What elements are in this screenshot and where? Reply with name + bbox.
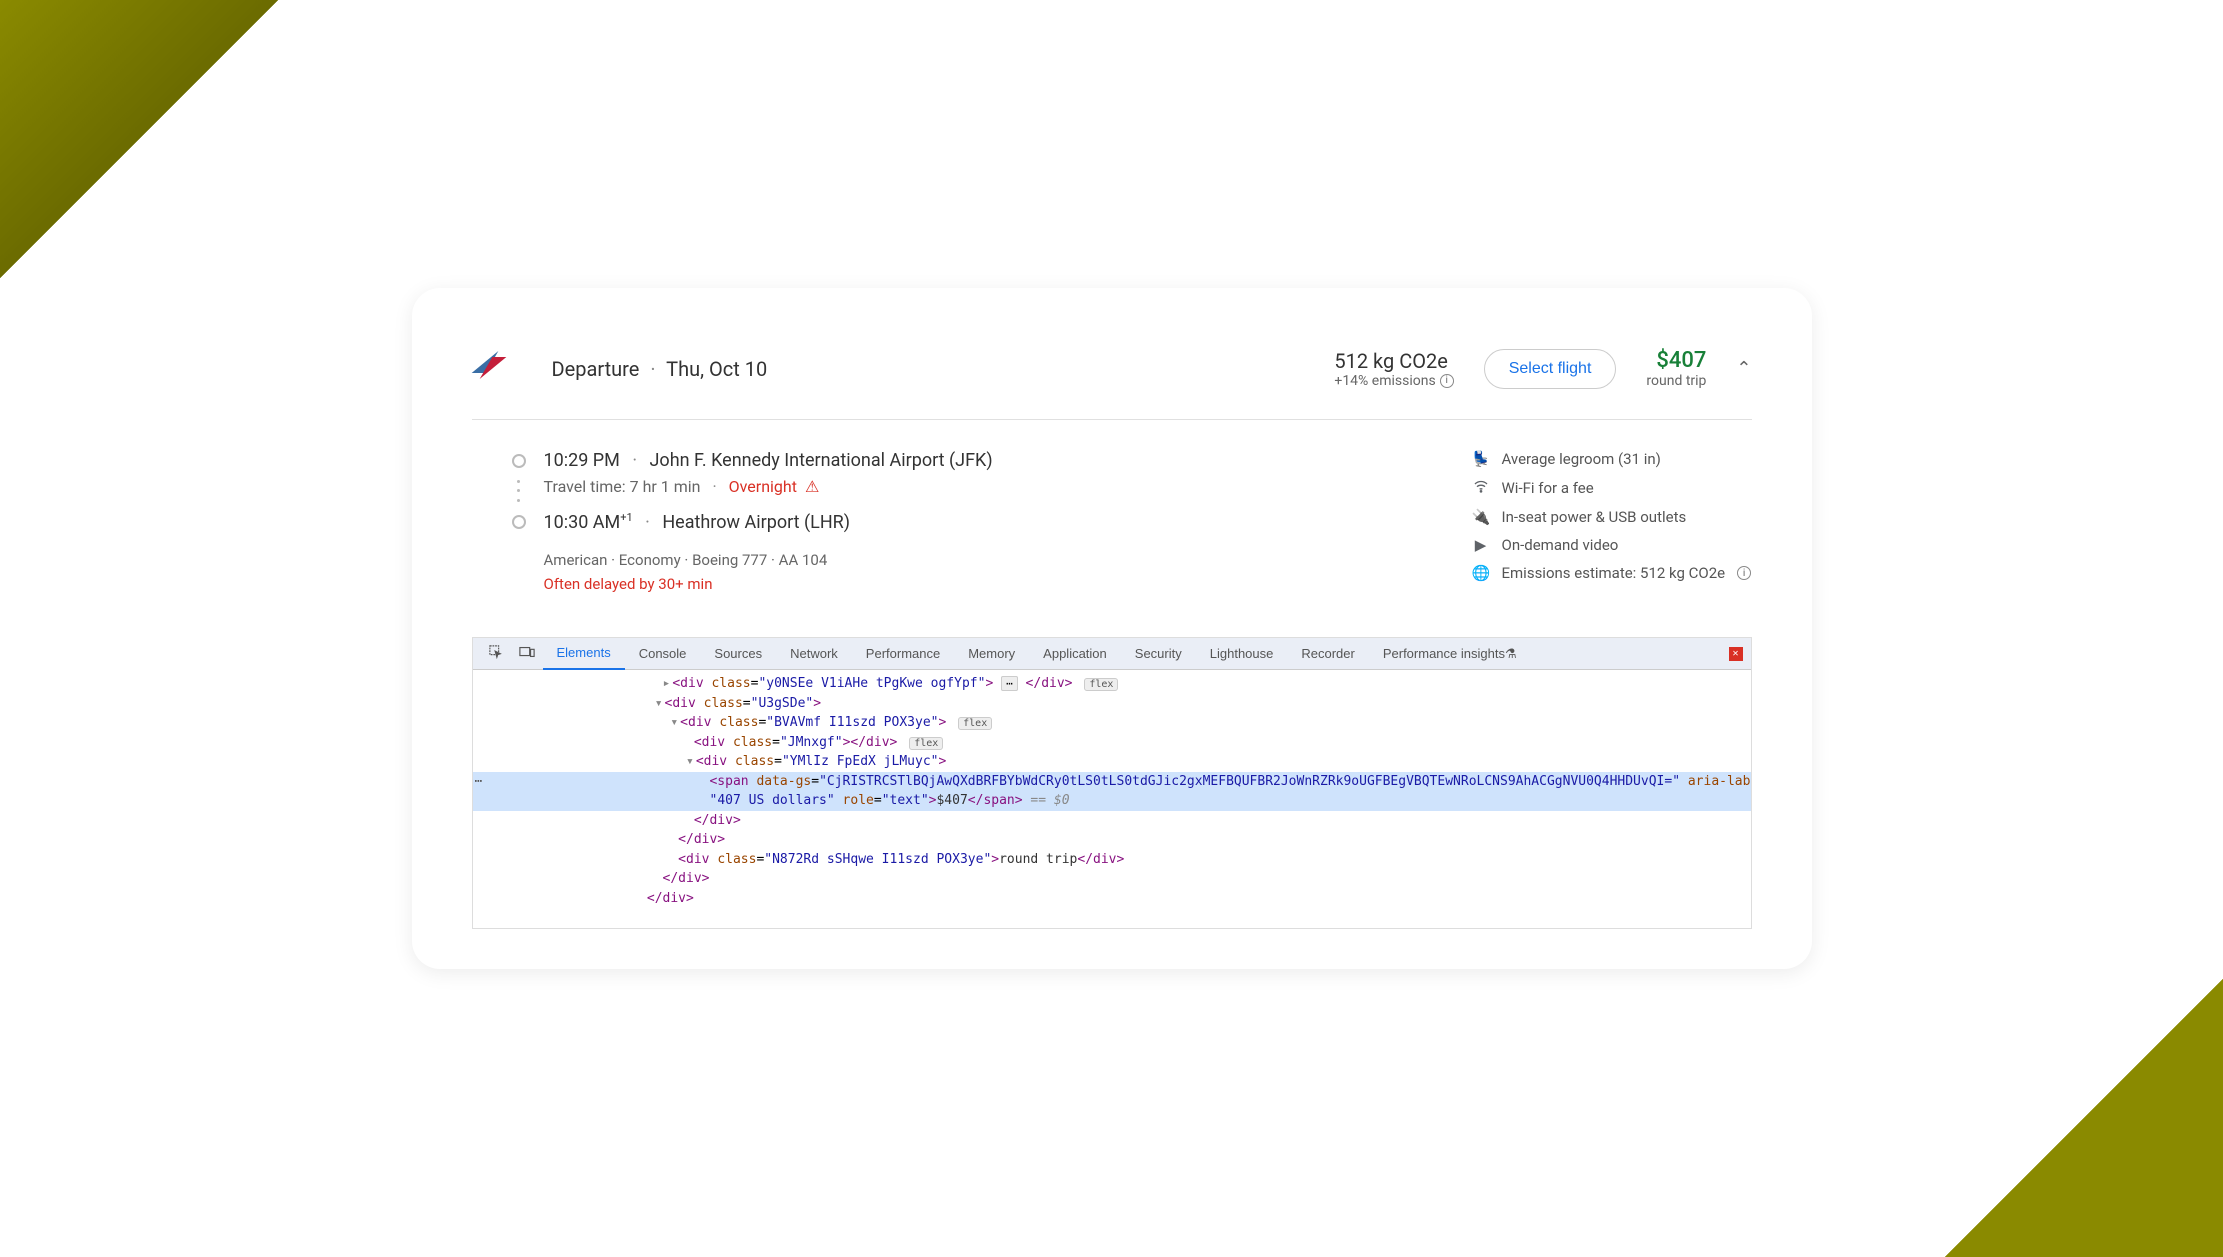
device-toolbar-icon[interactable] xyxy=(511,645,543,663)
departure-date: Thu, Oct 10 xyxy=(666,357,767,381)
origin-row: 10:29 PM · John F. Kennedy International… xyxy=(512,450,1392,471)
departure-label: Departure xyxy=(552,357,640,381)
destination-row: 10:30 AM+1 · Heathrow Airport (LHR) xyxy=(512,511,1392,533)
emissions-value: 512 kg CO2e xyxy=(1334,349,1453,373)
elements-tree[interactable]: ▸<div class="y0NSEe V1iAHe tPgKwe ogfYpf… xyxy=(473,670,1751,928)
origin-marker-icon xyxy=(512,454,526,468)
airline-logo-icon xyxy=(472,349,512,389)
itinerary: 10:29 PM · John F. Kennedy International… xyxy=(512,450,1392,593)
price-block: $407 round trip xyxy=(1646,348,1706,389)
tab-memory[interactable]: Memory xyxy=(954,638,1029,670)
tab-recorder[interactable]: Recorder xyxy=(1287,638,1368,670)
destination-time: 10:30 AM xyxy=(544,512,621,533)
flight-meta: American · Economy · Boeing 777 · AA 104 xyxy=(544,551,1392,569)
tab-console[interactable]: Console xyxy=(625,638,701,670)
amenity-power: 🔌 In-seat power & USB outlets xyxy=(1472,508,1752,526)
overnight-label: Overnight xyxy=(729,477,797,496)
amenity-emissions: 🌐 Emissions estimate: 512 kg CO2e i xyxy=(1472,564,1752,582)
origin-time: 10:29 PM xyxy=(544,450,620,471)
emissions-delta: +14% emissions i xyxy=(1334,373,1453,389)
route-line-icon xyxy=(512,477,526,505)
tab-performance-insights[interactable]: Performance insights ⚗ xyxy=(1369,638,1531,670)
wifi-icon xyxy=(1472,478,1490,498)
departure-info: Departure · Thu, Oct 10 xyxy=(552,357,1335,381)
flask-icon: ⚗ xyxy=(1505,646,1517,662)
flight-details: 10:29 PM · John F. Kennedy International… xyxy=(472,420,1752,613)
flight-header-row: Departure · Thu, Oct 10 512 kg CO2e +14%… xyxy=(472,348,1752,420)
info-icon[interactable]: i xyxy=(1440,374,1454,388)
warning-icon: ⚠ xyxy=(805,477,819,496)
collapse-chevron-icon[interactable]: ⌃ xyxy=(1736,358,1751,379)
tab-sources[interactable]: Sources xyxy=(700,638,776,670)
tab-elements[interactable]: Elements xyxy=(543,638,625,670)
delay-warning: Often delayed by 30+ min xyxy=(544,575,1392,593)
travel-time-row: Travel time: 7 hr 1 min · Overnight ⚠ xyxy=(512,477,1392,505)
emissions-block: 512 kg CO2e +14% emissions i xyxy=(1334,349,1453,389)
destination-marker-icon xyxy=(512,515,526,529)
video-icon: ▶ xyxy=(1472,536,1490,554)
separator-dot: · xyxy=(650,357,655,381)
tab-application[interactable]: Application xyxy=(1029,638,1121,670)
globe-icon: 🌐 xyxy=(1472,564,1490,582)
select-flight-button[interactable]: Select flight xyxy=(1484,349,1617,389)
origin-airport: John F. Kennedy International Airport (J… xyxy=(650,450,993,471)
amenity-legroom: 💺 Average legroom (31 in) xyxy=(1472,450,1752,468)
devtools-tabbar: Elements Console Sources Network Perform… xyxy=(473,638,1751,670)
destination-airport: Heathrow Airport (LHR) xyxy=(662,512,850,533)
tab-security[interactable]: Security xyxy=(1121,638,1196,670)
amenities-list: 💺 Average legroom (31 in) Wi-Fi for a fe… xyxy=(1472,450,1752,593)
trip-type: round trip xyxy=(1646,373,1706,389)
amenity-video: ▶ On-demand video xyxy=(1472,536,1752,554)
tab-network[interactable]: Network xyxy=(776,638,852,670)
power-icon: 🔌 xyxy=(1472,508,1490,526)
inspect-element-icon[interactable] xyxy=(481,645,511,663)
seat-icon: 💺 xyxy=(1472,450,1490,468)
tab-lighthouse[interactable]: Lighthouse xyxy=(1196,638,1288,670)
amenity-wifi: Wi-Fi for a fee xyxy=(1472,478,1752,498)
price-value: $407 xyxy=(1646,348,1706,373)
devtools-close-icon[interactable]: ✕ xyxy=(1729,647,1743,661)
devtools-panel: Elements Console Sources Network Perform… xyxy=(472,637,1752,929)
flight-card: Departure · Thu, Oct 10 512 kg CO2e +14%… xyxy=(412,288,1812,969)
tab-performance[interactable]: Performance xyxy=(852,638,954,670)
info-icon[interactable]: i xyxy=(1737,566,1751,580)
next-day-indicator: +1 xyxy=(620,511,632,524)
travel-time: Travel time: 7 hr 1 min xyxy=(544,477,701,496)
